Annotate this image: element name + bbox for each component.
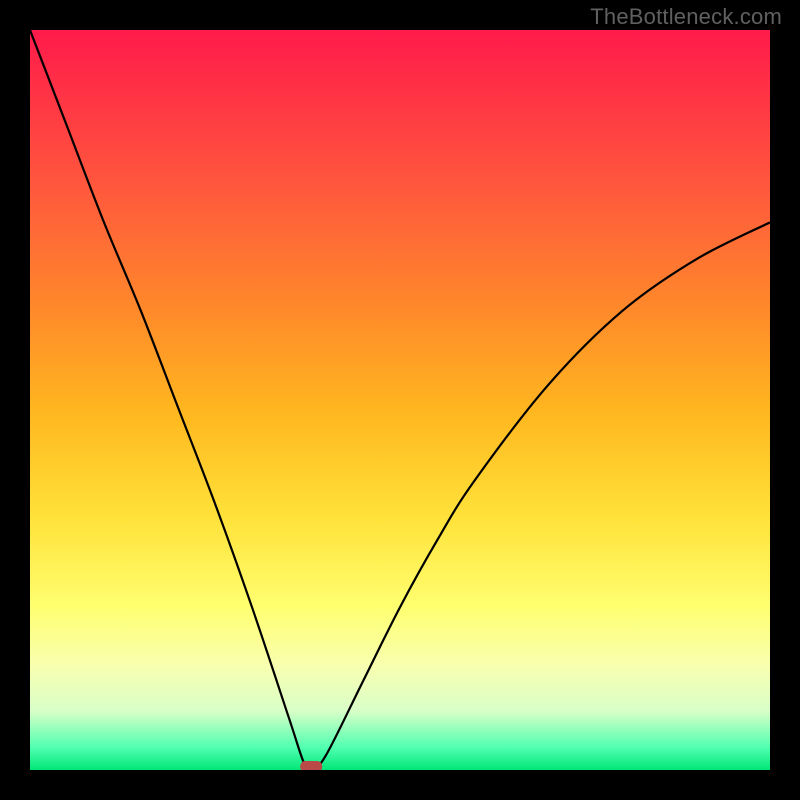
watermark-text: TheBottleneck.com [590,4,782,30]
plot-area [30,30,770,770]
bottleneck-curve [30,30,770,770]
chart-frame: TheBottleneck.com [0,0,800,800]
plot-svg [30,30,770,770]
optimal-point-marker [300,761,322,770]
